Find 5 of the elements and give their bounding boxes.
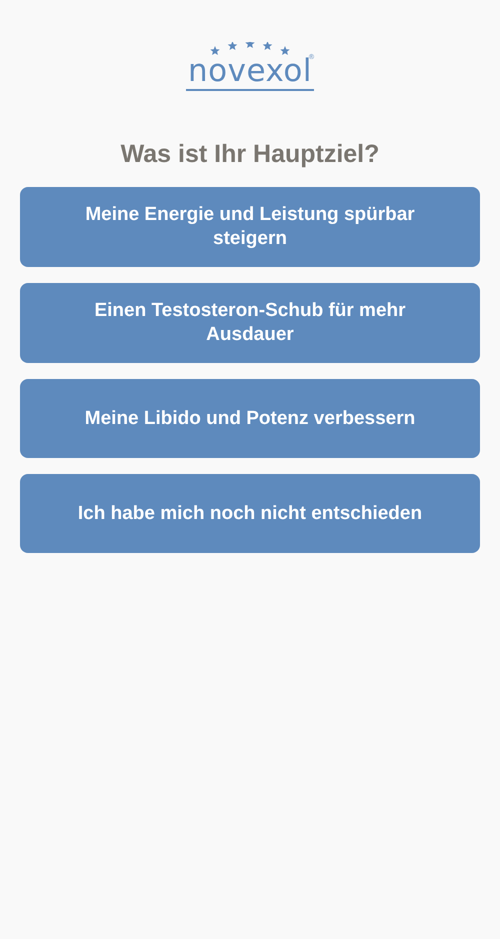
answer-button[interactable]: Meine Energie und Leistung spürbar steigern — [20, 187, 480, 267]
answer-button[interactable]: Einen Testosteron-Schub für mehr Ausdauer — [20, 283, 480, 363]
answer-button[interactable]: Meine Libido und Potenz verbessern — [20, 379, 480, 458]
answer-button[interactable]: Ich habe mich noch nicht entschieden — [20, 474, 480, 553]
question-title: Was ist Ihr Hauptziel? — [120, 139, 380, 170]
